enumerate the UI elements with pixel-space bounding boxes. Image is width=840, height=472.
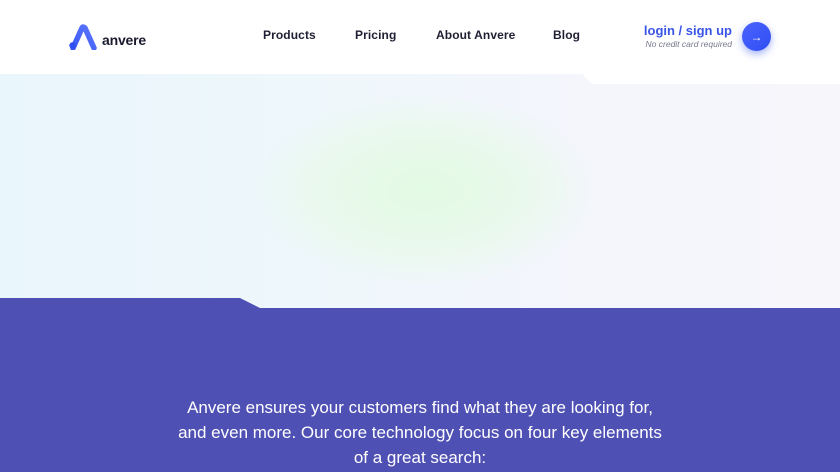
intro-line: and even more. Our core technology focus… <box>178 423 662 442</box>
no-credit-card-note: No credit card required <box>645 39 732 49</box>
intro-line: of a great search: <box>353 448 487 467</box>
intro-text: Anvere ensures your customers find what … <box>160 395 680 470</box>
login-signup-link[interactable]: login / sign up <box>644 23 732 38</box>
hero-glow-decoration <box>255 95 595 285</box>
signup-arrow-button[interactable]: → <box>742 22 771 51</box>
nav-item-products[interactable]: Products <box>263 28 316 42</box>
intro-line: Anvere ensures your customers find what … <box>187 398 653 417</box>
nav-item-pricing[interactable]: Pricing <box>355 28 396 42</box>
login-signup-block: login / sign up No credit card required <box>644 23 732 49</box>
nav-item-about[interactable]: About Anvere <box>436 28 515 42</box>
site-header: anvere Products Pricing About Anvere Blo… <box>0 0 840 74</box>
arrow-right-icon: → <box>750 29 763 44</box>
nav-item-blog[interactable]: Blog <box>553 28 580 42</box>
